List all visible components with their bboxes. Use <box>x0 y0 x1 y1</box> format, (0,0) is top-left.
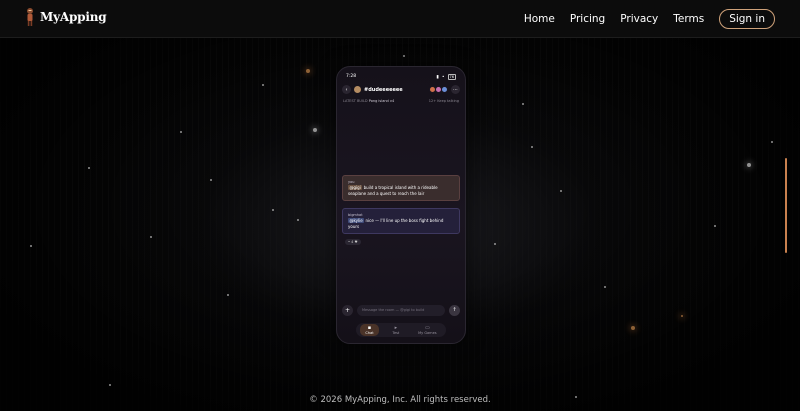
tab-label: Chat <box>365 331 374 335</box>
room-meta: 12+ Keep talking <box>428 99 459 103</box>
tab-my-games[interactable]: ▭ My Games <box>413 324 441 336</box>
mention[interactable]: @gigi <box>348 185 363 190</box>
nav-privacy[interactable]: Privacy <box>620 13 658 25</box>
site-header: MyApping Home Pricing Privacy Terms Sign… <box>0 0 800 38</box>
plus-icon[interactable]: + <box>342 304 353 316</box>
room-avatar <box>354 86 361 93</box>
room-name: #dudeeeeeee <box>364 86 403 93</box>
tab-label: My Games <box>418 331 437 335</box>
logo-icon <box>27 8 33 26</box>
room-header: ‹ #dudeeeeeee ⋯ <box>342 84 460 95</box>
tab-chat[interactable]: ▪ Chat <box>360 324 379 336</box>
room-subheader: LATEST BUILD Pong island v4 12+ Keep tal… <box>343 99 459 103</box>
brand-name: MyApping <box>40 10 107 24</box>
message-input[interactable]: Message the room — @gigi to build <box>357 304 445 316</box>
message-text: build a tropical island with a rideable … <box>348 185 438 196</box>
nav-terms[interactable]: Terms <box>673 13 704 25</box>
nav-home[interactable]: Home <box>524 13 555 25</box>
tab-test[interactable]: ▸ Test <box>387 324 404 336</box>
phone-status-bar: 7:28 ▮ • 76 <box>346 74 456 80</box>
build-label: LATEST BUILD <box>343 99 368 103</box>
battery-icon: 76 <box>447 74 456 80</box>
phone-tab-bar: ▪ Chat ▸ Test ▭ My Games <box>356 323 446 337</box>
footer-copyright: © 2026 MyApping, Inc. All rights reserve… <box>309 395 491 405</box>
phone-mockup: 7:28 ▮ • 76 ‹ #dudeeeeeee ⋯ LATEST BUILD… <box>336 66 466 344</box>
participant-avatars[interactable] <box>429 86 448 93</box>
wifi-icon: • <box>441 74 445 80</box>
phone-time: 7:28 <box>346 74 357 79</box>
chat-message: you @gigi build a tropical island with a… <box>342 175 460 201</box>
back-icon[interactable]: ‹ <box>342 85 351 94</box>
send-icon[interactable]: ↑ <box>449 304 460 316</box>
nav-pricing[interactable]: Pricing <box>570 13 605 25</box>
scroll-indicator[interactable] <box>785 158 787 253</box>
build-name: Pong island v4 <box>368 99 395 103</box>
brand[interactable]: MyApping <box>25 7 107 27</box>
more-icon[interactable]: ⋯ <box>451 85 460 94</box>
message-composer: + Message the room — @gigi to build ↑ <box>342 304 460 316</box>
main-nav: Home Pricing Privacy Terms Sign in <box>524 9 775 29</box>
chat-message: bigmhat @kylie nice — I'll line up the b… <box>342 208 460 234</box>
tab-label: Test <box>392 331 400 335</box>
signal-icon: ▮ <box>436 74 439 80</box>
reaction-badge[interactable]: • 4 ♥ <box>345 239 361 245</box>
mention[interactable]: @kylie <box>348 218 365 223</box>
sign-in-button[interactable]: Sign in <box>719 9 775 29</box>
